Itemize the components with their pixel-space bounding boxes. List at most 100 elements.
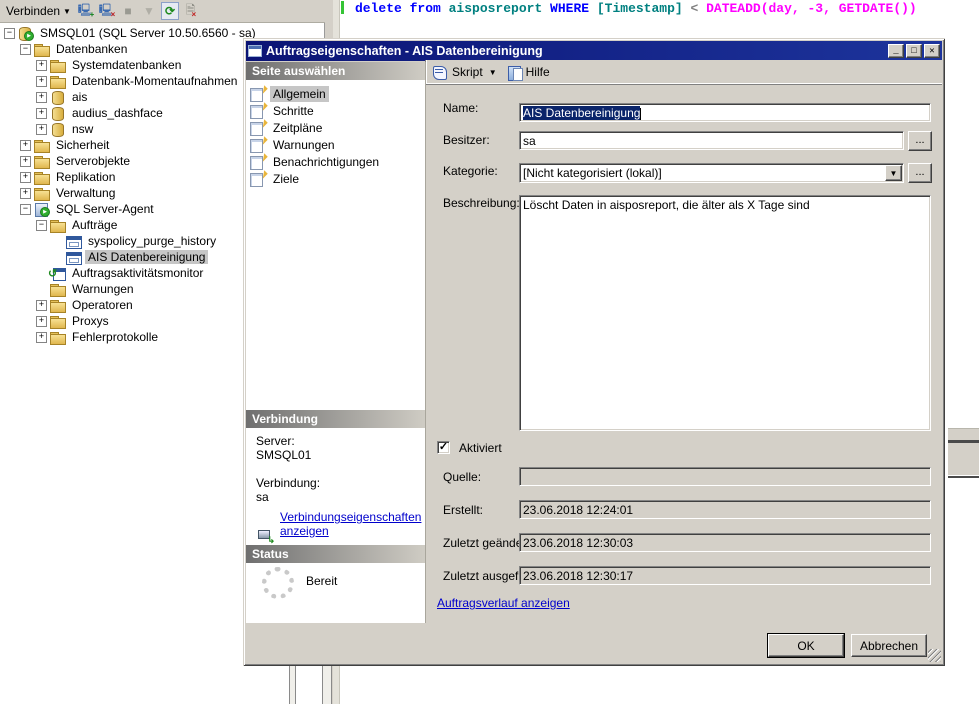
collapse-icon[interactable]: − (20, 44, 31, 55)
owner-browse-button[interactable]: ... (908, 131, 932, 151)
tree-item[interactable]: −SMSQL01 (SQL Server 10.50.6560 - sa) (4, 25, 259, 41)
tree-item[interactable]: AIS Datenbereinigung (52, 249, 208, 265)
sql-token: [Timestamp] (597, 1, 691, 16)
expand-icon[interactable]: + (36, 60, 47, 71)
close-button[interactable]: ✕ (924, 44, 940, 58)
help-icon (507, 65, 522, 80)
tree-item-label: ais (69, 90, 90, 104)
description-label: Beschreibung: (443, 196, 520, 210)
connection-properties-link-2[interactable]: anzeigen (280, 524, 329, 538)
dropdown-arrow-icon[interactable]: ▼ (885, 165, 902, 181)
tree-item[interactable]: +audius_dashface (36, 105, 166, 121)
expand-icon[interactable]: + (20, 156, 31, 167)
connect-button[interactable]: Verbinden ▼ (2, 1, 75, 21)
page-item-zeitpl-ne[interactable]: Zeitpläne (250, 120, 325, 136)
stop-icon: ■ (119, 2, 137, 20)
collapse-icon[interactable]: − (4, 28, 15, 39)
progress-spinner-icon (262, 567, 294, 599)
expand-icon[interactable]: + (36, 124, 47, 135)
maximize-button[interactable]: □ (906, 44, 922, 58)
script-icon (432, 65, 448, 80)
script-error-icon[interactable]: 🗎× (182, 2, 200, 20)
expand-icon[interactable]: + (20, 188, 31, 199)
chevron-down-icon[interactable]: ▼ (489, 68, 497, 77)
tree-item[interactable]: + Verwaltung (20, 185, 118, 201)
ok-button[interactable]: OK (768, 634, 844, 657)
expand-icon[interactable]: + (36, 76, 47, 87)
server-icon (18, 26, 33, 40)
page-item-allgemein[interactable]: Allgemein (250, 86, 329, 102)
folder-icon (50, 58, 65, 72)
enabled-label: Aktiviert (459, 441, 502, 455)
tree-item[interactable]: +Systemdatenbanken (36, 57, 184, 73)
tree-item-label: Datenbanken (53, 42, 130, 56)
help-button[interactable]: Hilfe (526, 65, 550, 79)
page-icon (250, 87, 265, 101)
tree-item-label: Datenbank-Momentaufnahmen (69, 74, 240, 88)
db-icon (50, 122, 65, 136)
expand-icon[interactable]: + (36, 316, 47, 327)
connection-properties-link[interactable]: Verbindungseigenschaften (280, 510, 421, 524)
collapse-icon[interactable]: − (36, 220, 47, 231)
tree-item[interactable]: syspolicy_purge_history (52, 233, 219, 249)
description-textarea[interactable]: Löscht Daten in aisposreport, die älter … (519, 195, 931, 431)
expand-icon[interactable]: + (36, 108, 47, 119)
source-input (519, 467, 931, 486)
expand-icon[interactable]: + (36, 300, 47, 311)
tree-item[interactable]: +Replikation (20, 169, 118, 185)
pages-header: Seite auswählen (246, 62, 425, 80)
category-label: Kategorie: (443, 164, 498, 178)
tree-item[interactable]: Warnungen (36, 281, 137, 297)
tree-item[interactable]: +Proxys (36, 313, 112, 329)
tree-item[interactable]: +Sicherheit (20, 137, 112, 153)
page-item-ziele[interactable]: Ziele (250, 171, 302, 187)
expand-icon[interactable]: + (20, 172, 31, 183)
tree-item[interactable]: +Fehlerprotokolle (36, 329, 161, 345)
tree-item[interactable]: + ais (36, 89, 90, 105)
name-input[interactable]: AIS Datenbereinigung (519, 103, 931, 122)
page-item-warnungen[interactable]: Warnungen (250, 137, 338, 153)
refresh-icon[interactable]: ⟳ (161, 2, 179, 20)
expand-icon[interactable]: + (36, 92, 47, 103)
tree-item[interactable]: Auftragsaktivitätsmonitor (36, 265, 206, 281)
tree-item[interactable]: + Datenbank-Momentaufnahmen (36, 73, 240, 89)
folder-icon (50, 218, 65, 232)
expand-icon[interactable]: + (36, 332, 47, 343)
page-icon (250, 121, 265, 135)
tree-item[interactable]: −Aufträge (36, 217, 120, 233)
minimize-button[interactable]: _ (888, 44, 904, 58)
page-item-label: Benachrichtigungen (270, 154, 382, 170)
page-item-schritte[interactable]: Schritte (250, 103, 317, 119)
dialog-title: Auftragseigenschaften - AIS Datenbereini… (266, 44, 886, 58)
tree-item-label: Verwaltung (53, 186, 118, 200)
tree-item[interactable]: −SQL Server-Agent (20, 201, 157, 217)
expand-icon[interactable]: + (20, 140, 31, 151)
folder-icon (50, 314, 65, 328)
resize-grip[interactable] (928, 649, 941, 662)
connection-properties-icon (258, 529, 274, 543)
category-browse-button[interactable]: ... (908, 163, 932, 183)
job-history-link[interactable]: Auftragsverlauf anzeigen (437, 596, 570, 610)
enabled-checkbox[interactable]: ✓ (437, 441, 450, 454)
tree-item[interactable]: +Serverobjekte (20, 153, 133, 169)
collapse-icon[interactable]: − (20, 204, 31, 215)
tree-item[interactable]: − Datenbanken (20, 41, 130, 57)
page-icon (250, 172, 265, 186)
tree-item[interactable]: +Operatoren (36, 297, 136, 313)
server-connect-icon[interactable]: 🖳+ (77, 2, 95, 20)
script-button[interactable]: Skript (452, 65, 483, 79)
connection-label: Verbindung: (256, 476, 320, 490)
dialog-titlebar[interactable]: Auftragseigenschaften - AIS Datenbereini… (246, 41, 942, 61)
script-error-icon-badge: × (191, 10, 196, 19)
cancel-button[interactable]: Abbrechen (851, 634, 927, 657)
folder-icon (34, 186, 49, 200)
server-disconnect-icon[interactable]: 🖳× (98, 2, 116, 20)
page-item-benachrichtigungen[interactable]: Benachrichtigungen (250, 154, 382, 170)
owner-input[interactable]: sa (519, 131, 904, 150)
server-connect-icon-badge: + (90, 10, 95, 19)
dialog-left-pane: Seite auswählen AllgemeinSchritteZeitplä… (246, 62, 426, 623)
object-explorer-toolbar: Verbinden ▼ 🖳+🖳×■▼⟳🗎× (0, 0, 325, 23)
tree-item[interactable]: +nsw (36, 121, 96, 137)
category-dropdown[interactable]: [Nicht kategorisiert (lokal)] ▼ (519, 163, 904, 183)
created-label: Erstellt: (443, 503, 483, 517)
